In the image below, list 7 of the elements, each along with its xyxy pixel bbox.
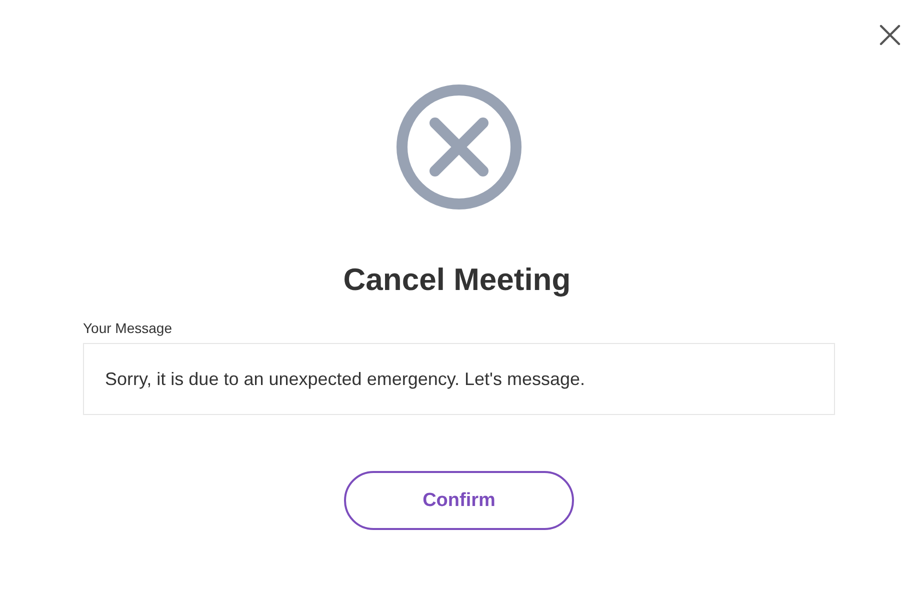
- close-button[interactable]: [879, 24, 901, 46]
- dialog-title: Cancel Meeting: [343, 262, 571, 298]
- field-label: Your Message: [83, 320, 173, 336]
- message-field[interactable]: Sorry, it is due to an unexpected emergency. Let's message.: [83, 343, 835, 415]
- cancel-icon: [396, 84, 522, 210]
- confirm-button[interactable]: Confirm: [344, 471, 574, 530]
- close-icon: [879, 24, 901, 46]
